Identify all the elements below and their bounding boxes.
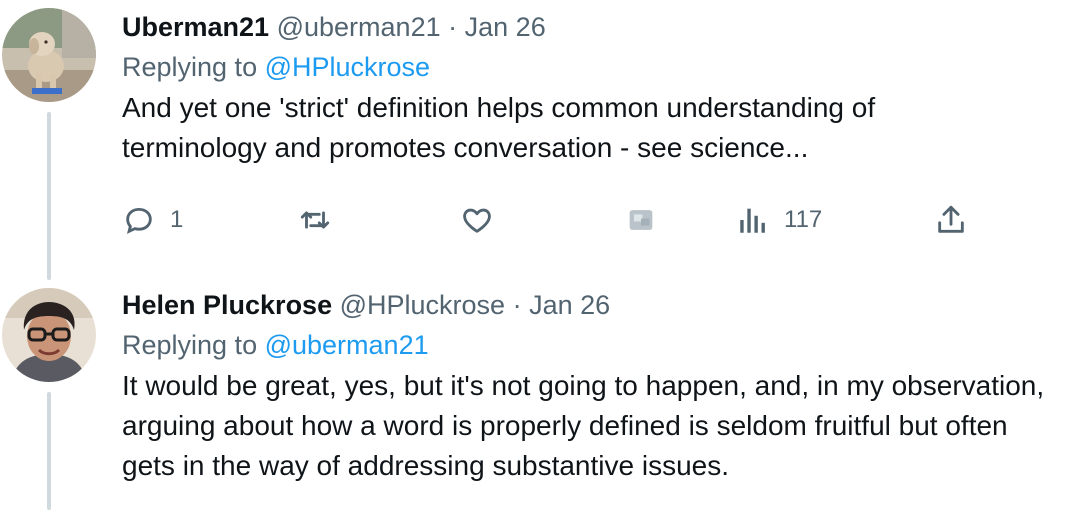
separator: ·	[512, 290, 522, 320]
separator: ·	[448, 12, 458, 42]
tweet-actions: 1 117	[122, 196, 982, 244]
author-handle[interactable]: @HPluckrose	[340, 290, 505, 320]
author-name[interactable]: Uberman21	[122, 12, 269, 42]
mention-link[interactable]: @HPluckrose	[265, 52, 430, 82]
share-button[interactable]	[934, 196, 968, 244]
author-name[interactable]: Helen Pluckrose	[122, 290, 332, 320]
blurred-icon	[629, 210, 653, 230]
thread-connector-line	[47, 112, 51, 280]
avatar[interactable]	[2, 8, 96, 102]
reply-count: 1	[170, 206, 184, 233]
avatar[interactable]	[2, 288, 96, 382]
heart-icon	[463, 208, 491, 233]
tweet-date[interactable]: Jan 26	[529, 290, 610, 320]
views-count: 117	[784, 206, 823, 233]
reply-button[interactable]: 1	[122, 196, 183, 244]
tweet-content: Helen Pluckrose @HPluckrose · Jan 26 Rep…	[122, 288, 1060, 486]
views-button[interactable]: 117	[736, 196, 822, 244]
replying-to: Replying to @HPluckrose	[122, 50, 1060, 84]
like-button[interactable]	[460, 196, 508, 244]
replying-to: Replying to @uberman21	[122, 328, 1060, 362]
tweet-header: Helen Pluckrose @HPluckrose · Jan 26	[122, 288, 1060, 322]
author-handle[interactable]: @uberman21	[277, 12, 441, 42]
retweet-icon	[300, 211, 330, 229]
reply-icon	[126, 207, 152, 234]
analytics-bars-icon	[740, 208, 765, 233]
share-icon	[938, 205, 964, 233]
person-with-glasses-avatar-icon	[2, 288, 96, 382]
replying-to-label: Replying to	[122, 330, 265, 360]
tweet-text: And yet one 'strict' definition helps co…	[122, 92, 876, 163]
replying-to-label: Replying to	[122, 52, 265, 82]
dog-avatar-icon	[2, 8, 96, 102]
tweet-header: Uberman21 @uberman21 · Jan 26	[122, 10, 1060, 44]
retweet-button[interactable]	[298, 196, 346, 244]
mention-link[interactable]: @uberman21	[265, 330, 429, 360]
thread-connector-line	[47, 392, 51, 510]
bookmark-blurred-button[interactable]	[624, 196, 658, 244]
tweet-content: Uberman21 @uberman21 · Jan 26 Replying t…	[122, 10, 1060, 168]
tweet-date[interactable]: Jan 26	[465, 12, 546, 42]
tweet-text: It would be great, yes, but it's not goi…	[122, 370, 1045, 481]
